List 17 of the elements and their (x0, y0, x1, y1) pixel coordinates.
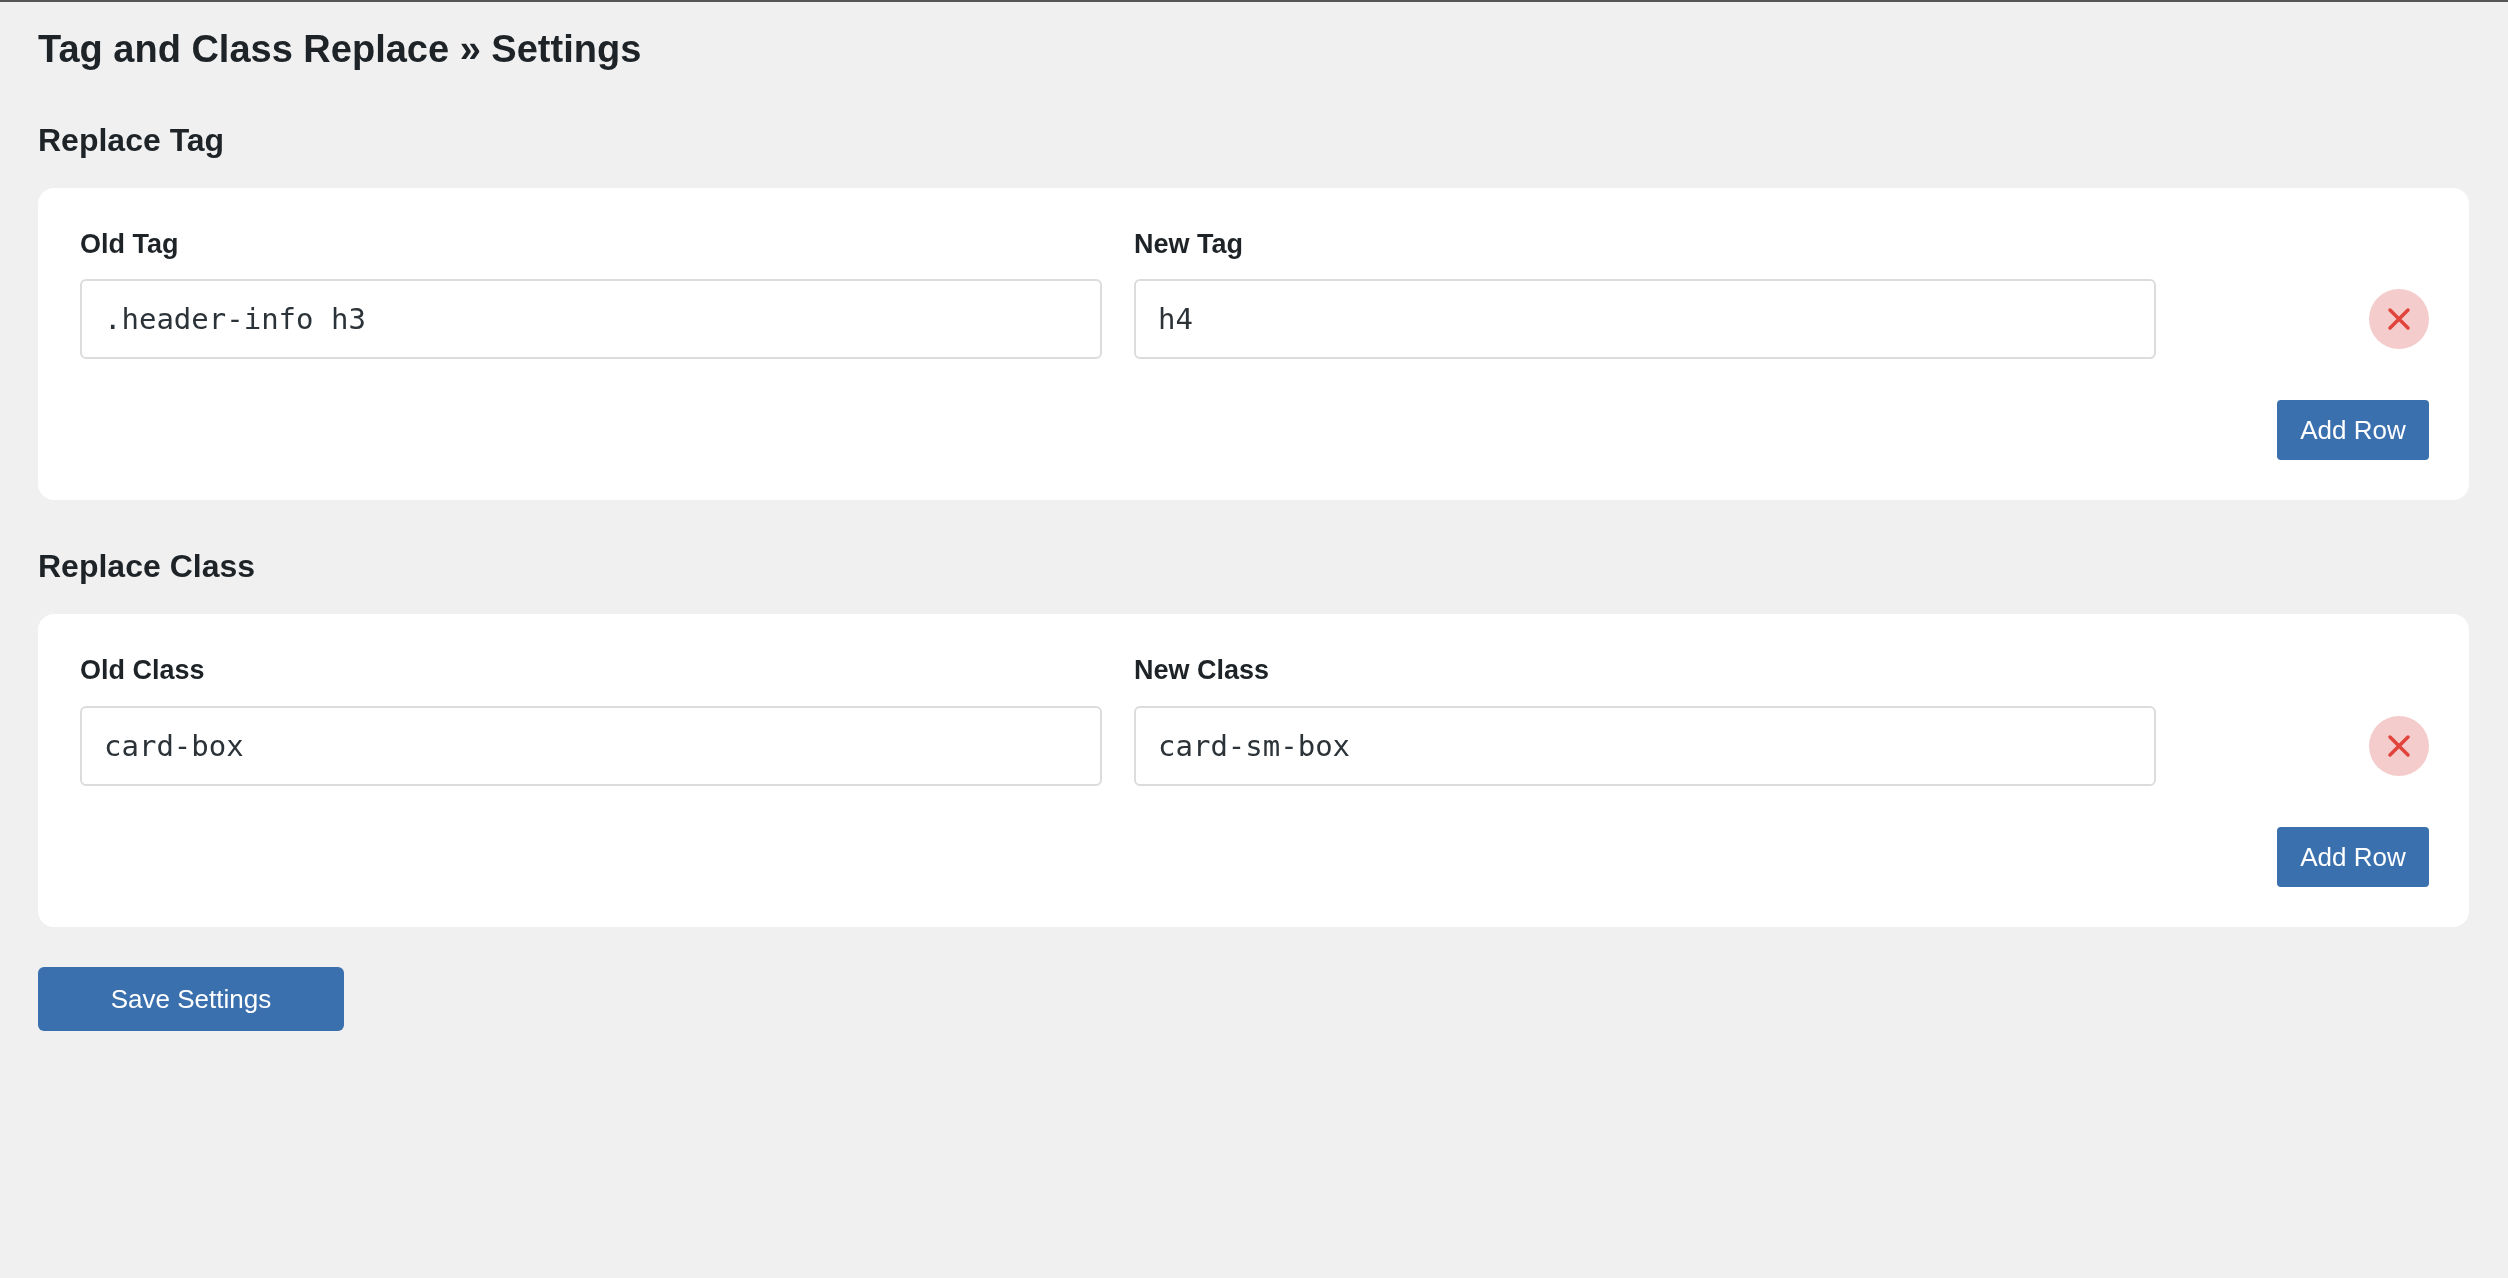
input-field[interactable]: card-sm-box (1134, 706, 2156, 786)
input-field[interactable]: card-box (80, 706, 1102, 786)
field-label: Old Class (80, 654, 205, 688)
remove-button[interactable] (2369, 716, 2429, 776)
page-title: Tag and Class Replace » Settings (38, 27, 642, 72)
input-field[interactable]: h4 (1134, 279, 2156, 360)
add-row-button[interactable]: Add Row (2277, 827, 2429, 887)
field-label: New Tag (1134, 227, 1243, 261)
save-settings-button[interactable]: Save Settings (38, 967, 344, 1031)
close-icon (2387, 307, 2411, 332)
input-field[interactable]: .header-info h3 (80, 279, 1102, 360)
field-label: Old Tag (80, 227, 179, 261)
field-label: New Class (1134, 654, 1270, 688)
section-heading: Replace Tag (38, 123, 225, 156)
section-heading: Replace Class (38, 550, 255, 583)
add-row-button[interactable]: Add Row (2277, 400, 2429, 461)
close-icon (2387, 734, 2411, 758)
